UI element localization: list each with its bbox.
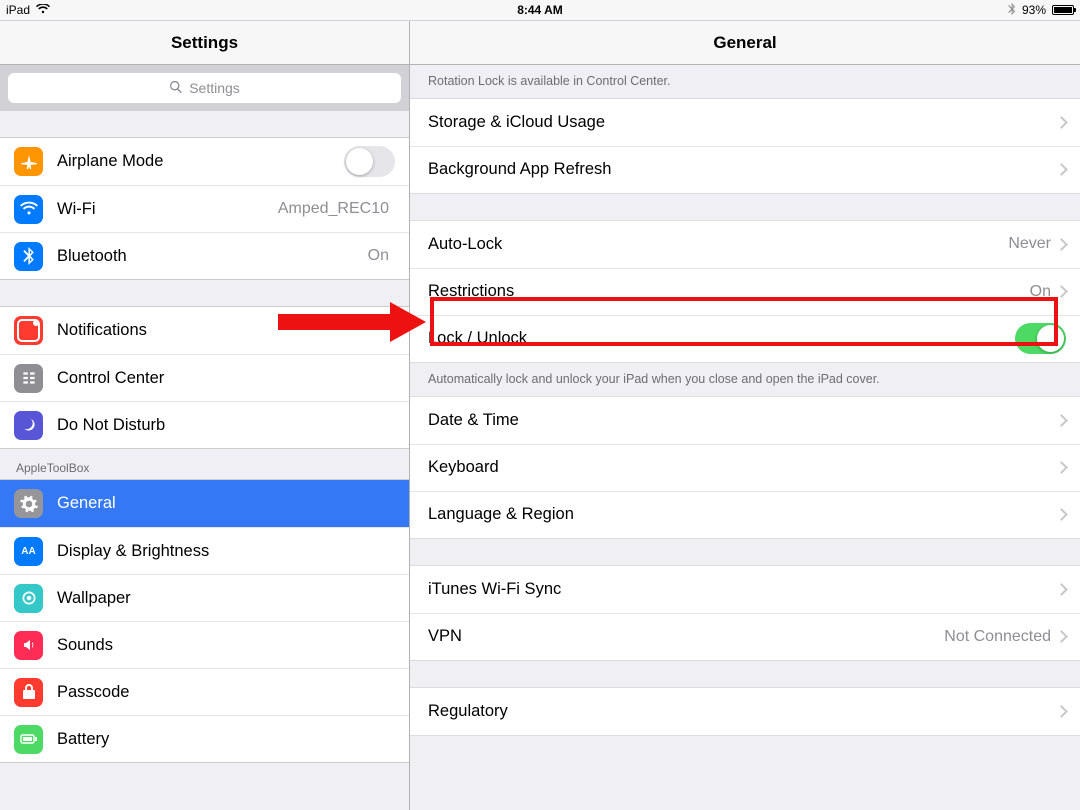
row-label: Regulatory	[428, 702, 1057, 721]
row-label: Do Not Disturb	[57, 416, 395, 435]
chevron-right-icon	[1055, 238, 1068, 251]
row-label: Battery	[57, 730, 395, 749]
search-input[interactable]: Settings	[8, 73, 401, 103]
detail-row-auto-lock[interactable]: Auto-Lock Never	[410, 221, 1080, 268]
chevron-right-icon	[1055, 583, 1068, 596]
row-label: Display & Brightness	[57, 542, 395, 561]
row-value: On	[1030, 283, 1051, 301]
status-bar: iPad 8:44 AM 93%	[0, 0, 1080, 20]
sidebar-item-control-center[interactable]: Control Center	[0, 354, 409, 401]
row-label: Auto-Lock	[428, 235, 1008, 254]
bluetooth-icon	[14, 242, 43, 271]
detail-row-lock-unlock[interactable]: Lock / Unlock	[410, 315, 1080, 362]
row-label: Control Center	[57, 369, 395, 388]
airplane-icon	[14, 147, 43, 176]
row-label: Notifications	[57, 321, 395, 340]
detail-row-itunes-wifi-sync[interactable]: iTunes Wi-Fi Sync	[410, 566, 1080, 613]
detail-hint-top: Rotation Lock is available in Control Ce…	[410, 65, 1080, 98]
row-value: On	[368, 247, 389, 265]
detail-row-background-app-refresh[interactable]: Background App Refresh	[410, 146, 1080, 193]
row-label: Lock / Unlock	[428, 329, 1015, 348]
row-label: Background App Refresh	[428, 160, 1057, 179]
wifi-icon	[36, 3, 50, 17]
sidebar-item-display-brightness[interactable]: AA Display & Brightness	[0, 527, 409, 574]
sidebar-item-bluetooth[interactable]: Bluetooth On	[0, 232, 409, 279]
row-label: Bluetooth	[57, 247, 368, 266]
row-label: Passcode	[57, 683, 395, 702]
group-footer: Automatically lock and unlock your iPad …	[410, 363, 1080, 396]
battery-pct: 93%	[1022, 3, 1046, 17]
sidebar-item-general[interactable]: General	[0, 480, 409, 527]
search-icon	[169, 80, 183, 97]
detail-row-keyboard[interactable]: Keyboard	[410, 444, 1080, 491]
row-label: General	[57, 494, 395, 513]
text-size-icon: AA	[14, 537, 43, 566]
sidebar-item-sounds[interactable]: Sounds	[0, 621, 409, 668]
row-value: Never	[1008, 235, 1051, 253]
wifi-icon	[14, 195, 43, 224]
row-label: Date & Time	[428, 411, 1057, 430]
sidebar-item-wallpaper[interactable]: Wallpaper	[0, 574, 409, 621]
control-center-icon	[14, 364, 43, 393]
row-label: Keyboard	[428, 458, 1057, 477]
sidebar-item-do-not-disturb[interactable]: Do Not Disturb	[0, 401, 409, 448]
sidebar-item-battery[interactable]: Battery	[0, 715, 409, 762]
chevron-right-icon	[1055, 508, 1068, 521]
row-label: Airplane Mode	[57, 152, 344, 171]
notifications-icon	[14, 316, 43, 345]
row-label: Language & Region	[428, 505, 1057, 524]
row-label: iTunes Wi-Fi Sync	[428, 580, 1057, 599]
moon-icon	[14, 411, 43, 440]
group-header: AppleToolBox	[0, 457, 409, 479]
chevron-right-icon	[1055, 630, 1068, 643]
detail-row-date-time[interactable]: Date & Time	[410, 397, 1080, 444]
detail-row-language-region[interactable]: Language & Region	[410, 491, 1080, 538]
row-label: Wallpaper	[57, 589, 395, 608]
row-label: Restrictions	[428, 282, 1030, 301]
detail-title: General	[410, 21, 1080, 65]
chevron-right-icon	[1055, 164, 1068, 177]
battery-icon	[1052, 5, 1074, 15]
bluetooth-icon	[1008, 3, 1016, 18]
airplane-mode-switch[interactable]	[344, 146, 395, 177]
battery-icon	[14, 725, 43, 754]
chevron-right-icon	[1055, 414, 1068, 427]
lock-icon	[14, 678, 43, 707]
search-placeholder: Settings	[189, 80, 240, 96]
sidebar-item-notifications[interactable]: Notifications	[0, 307, 409, 354]
row-label: Wi-Fi	[57, 200, 278, 219]
sidebar-title: Settings	[0, 21, 409, 65]
detail-row-storage[interactable]: Storage & iCloud Usage	[410, 99, 1080, 146]
detail-row-vpn[interactable]: VPN Not Connected	[410, 613, 1080, 660]
clock: 8:44 AM	[517, 3, 563, 17]
row-value: Not Connected	[944, 628, 1051, 646]
chevron-right-icon	[1055, 116, 1068, 129]
row-label: VPN	[428, 627, 944, 646]
row-value: Amped_REC10	[278, 200, 389, 218]
row-label: Sounds	[57, 636, 395, 655]
speaker-icon	[14, 631, 43, 660]
sidebar-item-passcode[interactable]: Passcode	[0, 668, 409, 715]
detail-row-restrictions[interactable]: Restrictions On	[410, 268, 1080, 315]
chevron-right-icon	[1055, 286, 1068, 299]
device-label: iPad	[6, 3, 30, 17]
sidebar-item-wifi[interactable]: Wi-Fi Amped_REC10	[0, 185, 409, 232]
gear-icon	[14, 489, 43, 518]
lock-unlock-switch[interactable]	[1015, 323, 1066, 354]
detail-row-regulatory[interactable]: Regulatory	[410, 688, 1080, 735]
wallpaper-icon	[14, 584, 43, 613]
row-label: Storage & iCloud Usage	[428, 113, 1057, 132]
sidebar-item-airplane-mode[interactable]: Airplane Mode	[0, 138, 409, 185]
chevron-right-icon	[1055, 705, 1068, 718]
chevron-right-icon	[1055, 461, 1068, 474]
